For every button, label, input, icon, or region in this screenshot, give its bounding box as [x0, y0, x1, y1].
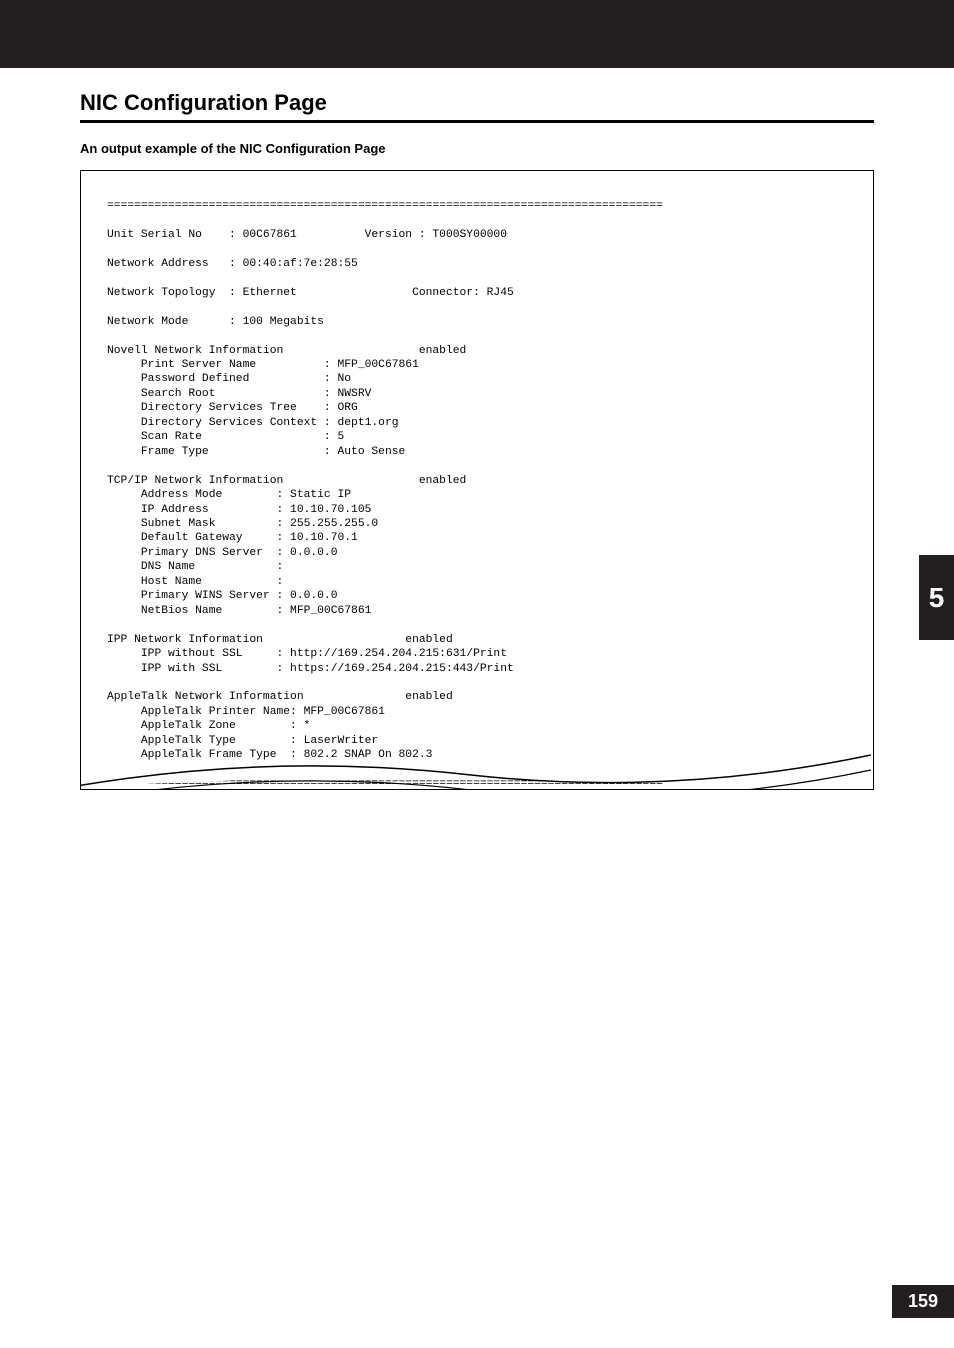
novell-scan-rate: Scan Rate : 5 — [107, 431, 344, 443]
appletalk-printer: AppleTalk Printer Name: MFP_00C67861 — [107, 706, 385, 718]
unit-serial-line: Unit Serial No : 00C67861 Version : T000… — [107, 229, 507, 241]
tcpip-netbios: NetBios Name : MFP_00C67861 — [107, 605, 371, 617]
tcpip-gateway: Default Gateway : 10.10.70.1 — [107, 532, 358, 544]
novell-password: Password Defined : No — [107, 373, 351, 385]
appletalk-zone: AppleTalk Zone : * — [107, 720, 310, 732]
appletalk-frame-type: AppleTalk Frame Type : 802.2 SNAP On 802… — [107, 749, 432, 761]
chapter-tab: 5 — [919, 555, 954, 640]
page-subtitle: An output example of the NIC Configurati… — [80, 141, 874, 156]
tcpip-dns-name: DNS Name : — [107, 561, 283, 573]
tcpip-subnet: Subnet Mask : 255.255.255.0 — [107, 518, 378, 530]
divider-bottom: ========================================… — [107, 778, 663, 790]
novell-frame-type: Frame Type : Auto Sense — [107, 446, 405, 458]
novell-search-root: Search Root : NWSRV — [107, 388, 371, 400]
ipp-ssl: IPP with SSL : https://169.254.204.215:4… — [107, 663, 514, 675]
tcpip-ip-addr: IP Address : 10.10.70.105 — [107, 504, 371, 516]
content-area: NIC Configuration Page An output example… — [0, 68, 954, 790]
tcpip-header: TCP/IP Network Information enabled — [107, 475, 466, 487]
novell-header: Novell Network Information enabled — [107, 345, 466, 357]
novell-print-server: Print Server Name : MFP_00C67861 — [107, 359, 419, 371]
ipp-header: IPP Network Information enabled — [107, 634, 453, 646]
page-number: 159 — [908, 1291, 938, 1312]
network-mode-line: Network Mode : 100 Megabits — [107, 316, 324, 328]
ipp-no-ssl: IPP without SSL : http://169.254.204.215… — [107, 648, 507, 660]
top-bar — [0, 0, 954, 68]
network-topology-line: Network Topology : Ethernet Connector: R… — [107, 287, 514, 299]
tcpip-dns: Primary DNS Server : 0.0.0.0 — [107, 547, 338, 559]
output-example-box: ========================================… — [80, 170, 874, 790]
appletalk-header: AppleTalk Network Information enabled — [107, 691, 453, 703]
page-title: NIC Configuration Page — [80, 90, 874, 116]
chapter-number: 5 — [929, 582, 945, 614]
tcpip-host-name: Host Name : — [107, 576, 283, 588]
divider-top: ========================================… — [107, 200, 663, 212]
network-address-line: Network Address : 00:40:af:7e:28:55 — [107, 258, 358, 270]
tcpip-addr-mode: Address Mode : Static IP — [107, 489, 351, 501]
tcpip-wins: Primary WINS Server : 0.0.0.0 — [107, 590, 338, 602]
report-text: ========================================… — [107, 199, 853, 790]
novell-dir-tree: Directory Services Tree : ORG — [107, 402, 358, 414]
novell-dir-context: Directory Services Context : dept1.org — [107, 417, 399, 429]
appletalk-type: AppleTalk Type : LaserWriter — [107, 735, 378, 747]
page-number-tab: 159 — [892, 1285, 954, 1318]
title-underline — [80, 120, 874, 123]
